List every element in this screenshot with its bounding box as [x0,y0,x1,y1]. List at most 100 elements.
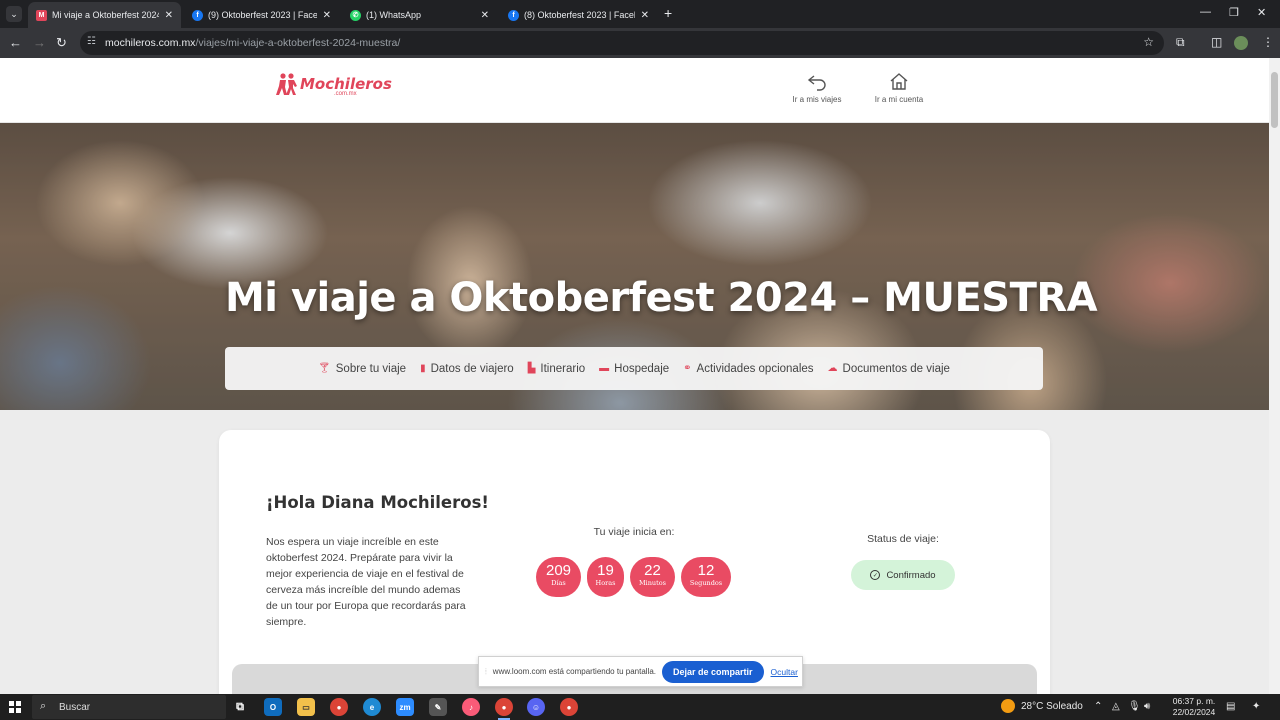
profile-avatar[interactable] [1234,36,1248,50]
hide-link[interactable]: Ocultar [771,667,798,677]
countdown-unit: Horas [595,579,616,587]
site-info-icon[interactable]: ☷ [87,36,96,47]
nav-lodging[interactable]: ▬ Hospedaje [599,363,669,375]
drag-handle-icon[interactable]: ⦙ [485,667,487,677]
tray-chevron-icon[interactable]: ⌃ [1094,701,1102,712]
countdown-unit: Segundos [689,579,723,587]
facebook-favicon-icon: f [508,9,519,21]
browser-tab-0[interactable]: M Mi viaje a Oktoberfest 2024 - M ✕ [28,2,181,28]
windows-start-icon[interactable] [9,701,21,713]
countdown-unit: Días [551,579,566,587]
taskbar-search[interactable]: ⌕ Buscar [32,695,226,719]
discord-icon[interactable]: ☺ [527,698,545,716]
close-tab-icon[interactable]: ✕ [481,10,489,21]
search-icon: ⌕ [40,700,47,712]
nav-about-trip[interactable]: 🍸︎ Sobre tu viaje [318,363,406,375]
countdown-value: 12 [697,562,715,579]
menu-kebab-icon[interactable]: ⋮ [1262,35,1274,49]
close-tab-icon[interactable]: ✕ [641,10,649,21]
site-header: Mochileros .com.mx Ir a mis viajes Ir a … [0,58,1269,123]
countdown-unit: Minutos [639,579,666,587]
my-account-link[interactable]: Ir a mi cuenta [859,70,939,104]
network-icon[interactable]: ◬ [1112,701,1120,712]
nav-itinerary[interactable]: ▙ Itinerario [528,363,585,375]
trip-summary-card: ¡Hola Diana Mochileros! Nos espera un vi… [219,430,1050,694]
status-badge: ✓ Confirmado [851,560,955,590]
close-tab-icon[interactable]: ✕ [323,10,331,21]
mic-icon[interactable]: 🎙︎ [1128,701,1141,712]
trip-intro-text: Nos espera un viaje increíble en este ok… [266,536,466,628]
close-tab-icon[interactable]: ✕ [165,10,173,21]
chrome-active-icon[interactable]: ● [495,698,513,720]
back-arrow-icon [807,75,826,91]
hero-banner-image: Mi viaje a Oktoberfest 2024 – MUESTRA 🍸︎… [0,123,1269,410]
weather-text[interactable]: 28°C Soleado [1021,701,1083,712]
file-explorer-icon[interactable]: ▭ [297,698,315,716]
bed-icon: ▬ [599,363,610,374]
countdown-minutes: 22 Minutos [630,557,675,597]
edge-icon[interactable]: e [363,698,381,716]
chrome-profile-icon[interactable]: ● [560,698,578,716]
tab-title: Mi viaje a Oktoberfest 2024 - M [52,10,159,20]
whatsapp-favicon-icon: ✆ [350,9,361,21]
countdown: 209 Días 19 Horas 22 Minutos 12 Segundos [536,557,731,597]
task-view-icon[interactable]: ⧉ [231,698,249,716]
nav-traveler-data[interactable]: ▮ Datos de viajero [420,363,514,375]
address-bar[interactable]: ☷ mochileros.com.mx/viajes/mi-viaje-a-ok… [80,31,1164,55]
browser-tab-bar: ⌄ M Mi viaje a Oktoberfest 2024 - M ✕ f … [0,0,1280,28]
close-window-icon[interactable]: ✕ [1257,6,1266,19]
my-trips-label: Ir a mis viajes [792,95,842,104]
nav-label: Sobre tu viaje [335,362,407,375]
mochileros-logo[interactable]: Mochileros .com.mx [276,72,392,97]
forward-icon[interactable]: → [33,35,46,50]
nav-optional-activities[interactable]: ⚭ Actividades opcionales [683,363,813,375]
browser-tab-2[interactable]: ✆ (1) WhatsApp ✕ [342,2,497,28]
browser-tab-1[interactable]: f (9) Oktoberfest 2023 | Facebook ✕ [184,2,339,28]
greeting-heading: ¡Hola Diana Mochileros! [266,493,489,512]
nav-travel-documents[interactable]: ☁ Documentos de viaje [828,363,950,375]
clock-date: 22/02/2024 [1172,707,1216,717]
map-icon: ▙ [527,363,536,374]
status-value: Confirmado [886,569,936,581]
reload-icon[interactable]: ↻ [56,35,67,51]
paint-icon[interactable]: ✎ [429,698,447,716]
notifications-icon[interactable]: ▤ [1226,701,1235,712]
extensions-icon[interactable]: ⧉ [1176,35,1185,50]
logo-subtext: .com.mx [334,91,357,97]
nav-label: Documentos de viaje [842,362,950,375]
url-text: mochileros.com.mx/viajes/mi-viaje-a-okto… [105,37,400,49]
nav-label: Itinerario [540,362,586,375]
countdown-days: 209 Días [536,557,581,597]
browser-tab-3[interactable]: f (8) Oktoberfest 2023 | Facebook ✕ [500,2,657,28]
nav-label: Actividades opcionales [696,362,814,375]
side-panel-icon[interactable]: ◫ [1211,35,1222,49]
restore-icon[interactable]: ❐ [1229,6,1239,19]
tab-search-chevron-icon[interactable]: ⌄ [6,6,22,22]
weather-sun-icon [1001,699,1015,713]
my-account-label: Ir a mi cuenta [874,95,924,104]
copilot-icon[interactable]: ✦ [1252,701,1260,712]
back-icon[interactable]: ← [9,35,22,50]
cloud-download-icon: ☁ [827,363,838,374]
bookmark-star-icon[interactable]: ☆ [1143,35,1154,49]
check-circle-icon: ✓ [870,570,881,580]
itunes-icon[interactable]: ♪ [462,698,480,716]
page-scrollbar[interactable] [1269,58,1280,694]
minimize-icon[interactable]: — [1200,6,1211,18]
scrollbar-thumb[interactable] [1271,72,1278,128]
volume-icon[interactable]: 🔊︎ [1144,701,1150,712]
stop-sharing-button[interactable]: Dejar de compartir [662,660,764,683]
countdown-value: 19 [597,562,614,579]
tab-title: (1) WhatsApp [366,10,422,20]
nav-label: Hospedaje [614,362,670,375]
chrome-icon[interactable]: ● [330,698,348,716]
new-tab-icon[interactable]: + [664,5,672,21]
my-trips-link[interactable]: Ir a mis viajes [777,70,857,104]
nav-label: Datos de viajero [430,362,514,375]
taskbar-clock[interactable]: 06:37 p. m. 22/02/2024 [1168,696,1220,718]
countdown-value: 22 [644,562,661,579]
url-path: /viajes/mi-viaje-a-oktoberfest-2024-mues… [195,37,401,49]
zoom-icon[interactable]: zm [396,698,414,716]
outlook-icon[interactable]: O [264,698,282,716]
home-icon [890,73,908,90]
